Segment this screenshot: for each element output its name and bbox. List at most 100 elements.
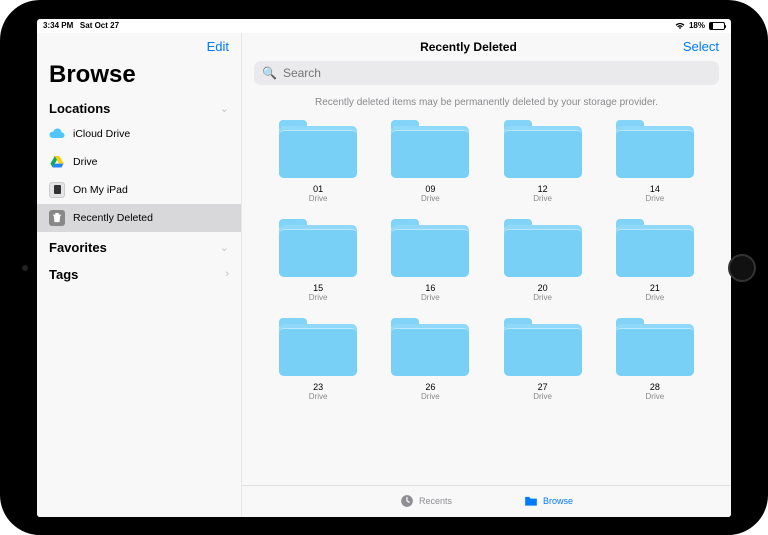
folder-name: 21	[650, 283, 660, 293]
folder-grid: 01Drive09Drive12Drive14Drive15Drive16Dri…	[242, 120, 731, 401]
tags-section[interactable]: Tags ›	[37, 259, 241, 286]
icloud-icon	[49, 126, 65, 142]
folder-source: Drive	[421, 293, 440, 302]
folder-icon	[391, 318, 469, 376]
screen: 3:34 PM Sat Oct 27 18% Edit Browse Locat…	[37, 19, 731, 517]
chevron-right-icon: ›	[225, 268, 229, 280]
folder-name: 16	[425, 283, 435, 293]
folder-name: 23	[313, 382, 323, 392]
sidebar-item-icloud[interactable]: iCloud Drive	[37, 120, 241, 148]
folder-source: Drive	[646, 194, 665, 203]
sidebar-top: Edit	[37, 33, 241, 61]
folder-source: Drive	[533, 293, 552, 302]
sidebar-item-label: Recently Deleted	[73, 212, 153, 224]
folder-source: Drive	[309, 293, 328, 302]
folder-name: 09	[425, 184, 435, 194]
main-top: Recently Deleted Select	[242, 33, 731, 61]
clock-icon	[400, 494, 414, 508]
folder-item[interactable]: 28Drive	[603, 318, 707, 401]
tab-recents[interactable]: Recents	[400, 494, 452, 508]
folder-item[interactable]: 01Drive	[266, 120, 370, 203]
files-app: Edit Browse Locations ⌄ iCloud Drive	[37, 33, 731, 517]
folder-grid-scroll[interactable]: 01Drive09Drive12Drive14Drive15Drive16Dri…	[242, 120, 731, 485]
folder-icon	[279, 120, 357, 178]
folder-item[interactable]: 23Drive	[266, 318, 370, 401]
search-field[interactable]: 🔍	[254, 61, 719, 85]
folder-icon	[616, 318, 694, 376]
folder-icon	[391, 120, 469, 178]
locations-section[interactable]: Locations ⌄	[37, 93, 241, 120]
folder-icon	[504, 120, 582, 178]
folder-source: Drive	[533, 194, 552, 203]
search-input[interactable]	[283, 66, 711, 80]
folder-source: Drive	[421, 392, 440, 401]
status-date: Sat Oct 27	[80, 21, 119, 30]
sidebar: Edit Browse Locations ⌄ iCloud Drive	[37, 33, 242, 517]
sidebar-item-label: On My iPad	[73, 184, 128, 196]
folder-source: Drive	[309, 194, 328, 203]
search-icon: 🔍	[262, 66, 277, 80]
folder-item[interactable]: 27Drive	[491, 318, 595, 401]
battery-pct: 18%	[689, 21, 705, 30]
sidebar-item-on-my-ipad[interactable]: On My iPad	[37, 176, 241, 204]
tags-label: Tags	[49, 267, 78, 282]
status-left: 3:34 PM Sat Oct 27	[43, 21, 119, 30]
folder-source: Drive	[646, 293, 665, 302]
wifi-icon	[675, 22, 685, 30]
status-bar: 3:34 PM Sat Oct 27 18%	[37, 19, 731, 33]
folder-item[interactable]: 15Drive	[266, 219, 370, 302]
status-right: 18%	[675, 21, 725, 30]
browse-heading: Browse	[37, 61, 241, 93]
folder-item[interactable]: 09Drive	[378, 120, 482, 203]
tab-browse[interactable]: Browse	[524, 494, 573, 508]
folder-icon	[391, 219, 469, 277]
home-button[interactable]	[728, 254, 756, 282]
folder-item[interactable]: 14Drive	[603, 120, 707, 203]
folder-item[interactable]: 20Drive	[491, 219, 595, 302]
edit-button[interactable]: Edit	[207, 39, 229, 54]
folder-source: Drive	[309, 392, 328, 401]
sidebar-item-label: Drive	[73, 156, 98, 168]
folder-source: Drive	[533, 392, 552, 401]
folder-icon	[504, 318, 582, 376]
folder-icon	[504, 219, 582, 277]
folder-name: 27	[538, 382, 548, 392]
battery-icon	[709, 22, 725, 30]
folder-item[interactable]: 21Drive	[603, 219, 707, 302]
folder-name: 26	[425, 382, 435, 392]
favorites-section[interactable]: Favorites ⌄	[37, 232, 241, 259]
folder-name: 15	[313, 283, 323, 293]
chevron-down-icon: ⌄	[220, 102, 229, 115]
ipad-icon	[49, 182, 65, 198]
trash-icon	[49, 210, 65, 226]
locations-label: Locations	[49, 101, 110, 116]
sidebar-item-drive[interactable]: Drive	[37, 148, 241, 176]
folder-item[interactable]: 26Drive	[378, 318, 482, 401]
camera-dot	[22, 265, 28, 271]
search-wrap: 🔍	[242, 61, 731, 89]
folder-source: Drive	[421, 194, 440, 203]
tab-label: Recents	[419, 496, 452, 506]
ipad-frame: 3:34 PM Sat Oct 27 18% Edit Browse Locat…	[0, 0, 768, 535]
select-button[interactable]: Select	[683, 39, 719, 54]
folder-icon	[524, 494, 538, 508]
status-time: 3:34 PM	[43, 21, 73, 30]
sidebar-item-recently-deleted[interactable]: Recently Deleted	[37, 204, 241, 232]
folder-item[interactable]: 16Drive	[378, 219, 482, 302]
sidebar-item-label: iCloud Drive	[73, 128, 130, 140]
folder-name: 20	[538, 283, 548, 293]
folder-icon	[279, 318, 357, 376]
tab-label: Browse	[543, 496, 573, 506]
google-drive-icon	[49, 154, 65, 170]
folder-source: Drive	[646, 392, 665, 401]
notice-text: Recently deleted items may be permanentl…	[242, 89, 731, 120]
folder-name: 12	[538, 184, 548, 194]
favorites-label: Favorites	[49, 240, 107, 255]
folder-item[interactable]: 12Drive	[491, 120, 595, 203]
folder-icon	[616, 120, 694, 178]
folder-name: 14	[650, 184, 660, 194]
folder-name: 28	[650, 382, 660, 392]
main-pane: Recently Deleted Select 🔍 Recently delet…	[242, 33, 731, 517]
chevron-down-icon: ⌄	[220, 241, 229, 254]
folder-icon	[279, 219, 357, 277]
